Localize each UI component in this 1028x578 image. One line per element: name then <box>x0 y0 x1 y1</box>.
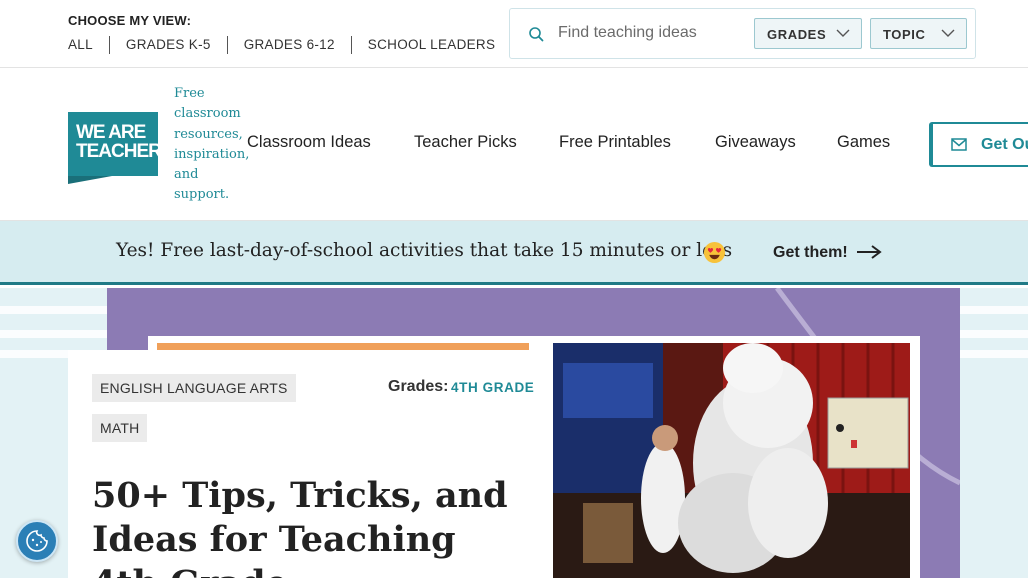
nav-giveaways[interactable]: Giveaways <box>715 133 796 152</box>
grades-label: Grades: <box>388 378 449 395</box>
article-title: 50+ Tips, Tricks, and Ideas for Teaching… <box>92 475 508 578</box>
search-input[interactable]: Find teaching ideas <box>558 24 697 42</box>
view-switcher: ALL GRADES K-5 GRADES 6-12 SCHOOL LEADER… <box>68 36 511 54</box>
newsletter-button-label: Get Our Newsletters <box>981 136 1028 153</box>
main-header: WE ARE TEACHERS Free classroom resources… <box>0 68 1028 221</box>
site-tagline: Free classroom resources, inspiration, a… <box>174 86 250 203</box>
grades-dropdown-label: GRADES <box>767 27 827 42</box>
cookie-settings-button[interactable] <box>16 520 58 562</box>
nav-classroom-ideas[interactable]: Classroom Ideas <box>247 133 371 152</box>
tag-math[interactable]: MATH <box>92 414 148 442</box>
heart-eyes-emoji <box>703 241 726 264</box>
top-utility-bar: CHOOSE MY VIEW: ALL GRADES K-5 GRADES 6-… <box>0 0 1028 68</box>
article-card: ENGLISH LANGUAGE ARTS MATH Grades: 4TH G… <box>68 350 553 578</box>
nav-free-printables[interactable]: Free Printables <box>559 133 671 152</box>
nav-teacher-picks[interactable]: Teacher Picks <box>414 133 517 152</box>
mail-icon <box>951 138 967 151</box>
nav-games[interactable]: Games <box>837 133 890 152</box>
topic-dropdown[interactable]: TOPIC <box>870 18 967 49</box>
promo-banner: Yes! Free last-day-of-school activities … <box>0 221 1028 285</box>
chevron-down-icon <box>941 29 955 37</box>
choose-view-label: CHOOSE MY VIEW: <box>68 13 192 28</box>
topic-dropdown-label: TOPIC <box>883 27 926 42</box>
cookie-icon <box>26 530 48 552</box>
search-bar: Find teaching ideas GRADES TOPIC <box>509 8 976 59</box>
grades-dropdown[interactable]: GRADES <box>754 18 862 49</box>
promo-text: Yes! Free last-day-of-school activities … <box>116 240 733 261</box>
science-demo-image <box>553 343 910 578</box>
chevron-down-icon <box>836 29 850 37</box>
site-logo[interactable]: WE ARE TEACHERS <box>68 112 174 184</box>
view-link-grades-6-12[interactable]: GRADES 6-12 <box>226 36 351 54</box>
view-link-school-leaders[interactable]: SCHOOL LEADERS <box>350 36 512 54</box>
view-link-all[interactable]: ALL <box>68 36 109 54</box>
arrow-right-icon[interactable] <box>856 245 882 259</box>
hero-photo <box>553 343 910 578</box>
promo-link[interactable]: Get them! <box>773 244 848 262</box>
newsletter-button[interactable]: Get Our Newsletters <box>929 122 1028 167</box>
logo-line-2: TEACHERS <box>76 141 174 162</box>
search-icon[interactable] <box>528 26 544 42</box>
logo-line-1: WE ARE <box>76 122 146 143</box>
view-link-grades-k5[interactable]: GRADES K-5 <box>108 36 227 54</box>
grade-link-4th[interactable]: 4TH GRADE <box>451 380 534 395</box>
tag-english-language-arts[interactable]: ENGLISH LANGUAGE ARTS <box>92 374 296 402</box>
